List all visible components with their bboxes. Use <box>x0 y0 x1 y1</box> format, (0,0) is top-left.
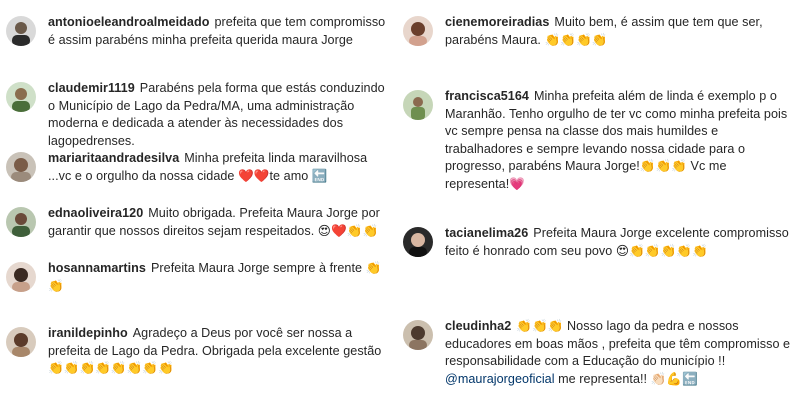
comment-item: tacianelima26 Prefeita Maura Jorge excele… <box>403 225 793 260</box>
comment-item: claudemir1119 Parabéns pela forma que est… <box>6 80 391 150</box>
comment-username[interactable]: cleudinha2 <box>445 319 511 333</box>
avatar[interactable] <box>6 16 36 46</box>
mention-link[interactable]: @maurajorgeoficial <box>445 372 555 386</box>
avatar[interactable] <box>6 152 36 182</box>
comment-username[interactable]: claudemir1119 <box>48 81 135 95</box>
comment-item: ednaoliveira120 Muito obrigada. Prefeita … <box>6 205 391 240</box>
comment-item: iranildepinho Agradeço a Deus por você se… <box>6 325 391 378</box>
comment-text: Minha prefeita além de linda é exemplo p… <box>445 89 788 191</box>
comment-username[interactable]: ednaoliveira120 <box>48 206 143 220</box>
avatar[interactable] <box>403 227 433 257</box>
avatar[interactable] <box>6 82 36 112</box>
comment-username[interactable]: iranildepinho <box>48 326 128 340</box>
comment-item: cleudinha2 👏👏👏 Nosso lago da pedra e noss… <box>403 318 793 388</box>
comment-item: francisca5164 Minha prefeita além de lind… <box>403 88 793 193</box>
avatar[interactable] <box>403 90 433 120</box>
comment-username[interactable]: hosannamartins <box>48 261 146 275</box>
comment-item: mariaritaandradesilva Minha prefeita lind… <box>6 150 391 185</box>
comment-text-tail: me representa!! 👏🏻💪🔚 <box>554 371 698 386</box>
comment-username[interactable]: mariaritaandradesilva <box>48 151 179 165</box>
avatar[interactable] <box>403 320 433 350</box>
avatar[interactable] <box>6 327 36 357</box>
comment-username[interactable]: cienemoreiradias <box>445 15 549 29</box>
comment-username[interactable]: tacianelima26 <box>445 226 528 240</box>
comment-username[interactable]: francisca5164 <box>445 89 529 103</box>
comment-username[interactable]: antonioeleandroalmeidado <box>48 15 209 29</box>
avatar[interactable] <box>403 16 433 46</box>
avatar[interactable] <box>6 207 36 237</box>
comment-item: hosannamartins Prefeita Maura Jorge sempr… <box>6 260 391 295</box>
comment-item: antonioeleandroalmeidado prefeita que tem… <box>6 14 391 49</box>
avatar[interactable] <box>6 262 36 292</box>
comment-item: cienemoreiradias Muito bem, é assim que t… <box>403 14 793 49</box>
